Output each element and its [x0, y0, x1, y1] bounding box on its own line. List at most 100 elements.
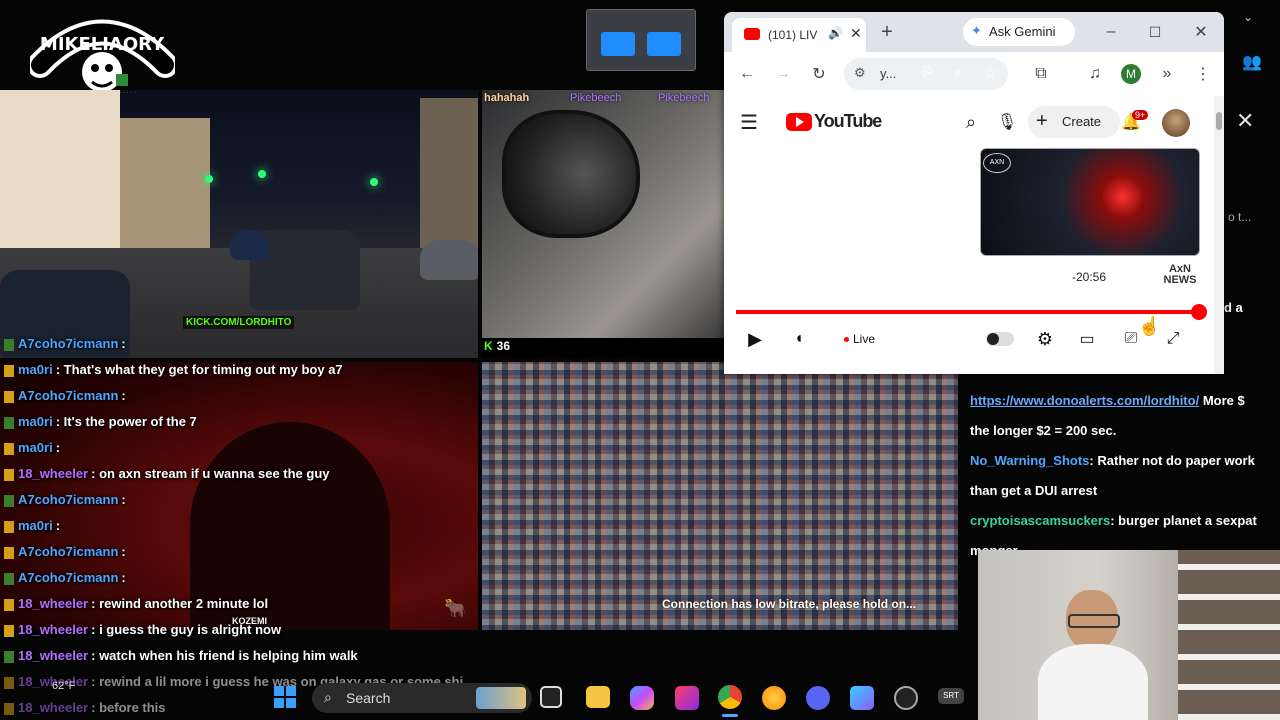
webcam-feed [978, 550, 1280, 720]
site-settings-icon[interactable]: ⚙ [854, 65, 866, 81]
chat-line: 18_wheeler: i guess the guy is alright n… [4, 622, 281, 637]
youtube-logo-icon[interactable] [786, 113, 812, 131]
user-tag-1: Pikebeech [570, 92, 622, 104]
minimize-icon[interactable]: – [1100, 21, 1122, 43]
chat-badge-icon [4, 390, 14, 403]
live-indicator[interactable]: Live [844, 332, 875, 346]
user-avatar[interactable] [1162, 109, 1190, 137]
autoplay-toggle[interactable] [986, 332, 1014, 346]
file-explorer-icon[interactable] [586, 686, 610, 708]
windows-start-icon[interactable] [274, 686, 296, 708]
chat-message: No_Warning_Shots: Rather not do paper wo… [970, 453, 1255, 498]
window-preview[interactable] [586, 9, 696, 71]
chevron-down-icon[interactable]: ⌄ [1243, 10, 1253, 24]
chat-message-text: on axn stream if u wanna see the guy [99, 466, 330, 481]
chat-username[interactable]: A7coho7icmann [18, 544, 118, 559]
chat-line: A7coho7icmann: [4, 544, 126, 559]
install-icon[interactable]: ⎘ [922, 64, 933, 81]
chat-username[interactable]: 18_wheeler [18, 596, 88, 611]
youtube-favicon-icon [744, 28, 760, 40]
chat-badge-icon [4, 598, 14, 611]
reload-icon[interactable]: ↻ [808, 63, 830, 85]
chat-username[interactable]: A7coho7icmann [18, 492, 118, 507]
copilot-icon[interactable] [630, 686, 654, 710]
chat-message-text: rewind another 2 minute lol [99, 596, 269, 611]
profile-avatar[interactable]: M [1121, 64, 1141, 84]
active-app-indicator [722, 714, 738, 717]
more-chevrons-icon[interactable]: » [1156, 63, 1178, 85]
chat-line: ma0ri: [4, 518, 60, 533]
low-bitrate-status: Connection has low bitrate, please hold … [662, 597, 917, 611]
progress-track[interactable] [736, 304, 1208, 320]
address-bar[interactable]: ⚙ y... ⎘ ⌕ ☆ [844, 58, 1008, 90]
search-icon[interactable]: ⌕ [960, 111, 982, 133]
chat-message-text: watch when his friend is helping him wal… [99, 648, 358, 663]
menu-dots-icon[interactable]: ⋮ [1192, 63, 1214, 85]
chat-line: A7coho7icmann: [4, 336, 126, 351]
chat-username[interactable]: A7coho7icmann [18, 570, 118, 585]
chat-username[interactable]: 18_wheeler [18, 622, 88, 637]
volume-icon[interactable]: ◖ [788, 328, 810, 350]
donate-link[interactable]: https://www.donoalerts.com/lordhito/ [970, 393, 1199, 408]
video-player[interactable]: AXN -20:56 AxN NEWS ☝ ▶ ◖ Live ⚙ ▭ ⎚ ⤢ [724, 148, 1214, 374]
create-button[interactable]: + Create [1028, 106, 1120, 138]
play-icon[interactable]: ▶ [744, 328, 766, 350]
app-p-icon[interactable] [675, 686, 699, 710]
settings-gear-icon[interactable]: ⚙ [1034, 328, 1056, 350]
chat-username[interactable]: ma0ri [18, 440, 53, 455]
chat-badge-icon [4, 624, 14, 637]
chat-username[interactable]: A7coho7icmann [18, 336, 118, 351]
maximize-icon[interactable]: ☐ [1144, 21, 1166, 43]
close-icon[interactable]: ✕ [1236, 108, 1254, 134]
news-logo: AxN NEWS [1163, 263, 1197, 286]
overlay-text: hahahah [484, 92, 530, 104]
video-tile-street: · · · · · · · · · · · · · · · · · · · · … [0, 90, 478, 358]
users-icon[interactable]: 👥 [1242, 52, 1262, 72]
chat-username[interactable]: 18_wheeler [18, 700, 88, 715]
microphone-icon[interactable]: 🎙 [996, 111, 1018, 133]
chat-username[interactable]: 18_wheeler [18, 466, 88, 481]
new-tab-icon[interactable]: + [876, 21, 898, 43]
chat-username[interactable]: 18_wheeler [18, 648, 88, 663]
app-diamond-icon[interactable] [850, 686, 874, 710]
task-view-icon[interactable] [540, 686, 562, 708]
chat-line: 18_wheeler: watch when his friend is hel… [4, 648, 358, 663]
srt-icon[interactable]: SRT [938, 688, 964, 704]
scrollbar[interactable] [1214, 96, 1224, 374]
obs-icon[interactable] [894, 686, 918, 710]
sun-app-icon[interactable] [762, 686, 786, 710]
progress-scrubber[interactable] [1191, 304, 1208, 320]
discord-icon[interactable] [806, 686, 830, 710]
viewer-count: K 36 [484, 339, 511, 353]
tab-youtube-live[interactable]: (101) LIV 🔊 ✕ [732, 18, 866, 52]
bookmark-star-icon[interactable]: ☆ [984, 64, 997, 82]
taskbar-search[interactable]: ⌕ Search [312, 683, 532, 713]
ask-gemini-button[interactable]: ✦ Ask Gemini [963, 18, 1075, 46]
cast-icon[interactable]: ⎚ [1120, 328, 1142, 350]
hamburger-menu-icon[interactable]: ☰ [738, 111, 760, 134]
extensions-icon[interactable]: ⧉ [1030, 63, 1052, 85]
speaker-icon[interactable]: 🔊 [828, 26, 843, 40]
close-tab-icon[interactable]: ✕ [850, 25, 862, 42]
miniplayer-icon[interactable]: ▭ [1076, 328, 1098, 350]
chat-username[interactable]: A7coho7icmann [18, 388, 118, 403]
fullscreen-icon[interactable]: ⤢ [1162, 328, 1184, 350]
chat-username[interactable]: ma0ri [18, 518, 53, 533]
gemini-icon: ✦ [971, 23, 982, 38]
youtube-logo-text: YouTube [814, 111, 882, 131]
chat-line: 18_wheeler: on axn stream if u wanna see… [4, 466, 330, 481]
browser-toolbar: ← → ↻ ⚙ y... ⎘ ⌕ ☆ ⧉ ♫ M » ⋮ [724, 52, 1224, 97]
chat-line: A7coho7icmann: [4, 388, 126, 403]
close-window-icon[interactable]: ✕ [1190, 21, 1212, 43]
chrome-icon[interactable] [718, 685, 742, 709]
zoom-icon[interactable]: ⌕ [954, 64, 962, 81]
media-control-icon[interactable]: ♫ [1084, 63, 1106, 85]
chat-badge-icon [4, 520, 14, 533]
chat-line: A7coho7icmann: [4, 492, 126, 507]
chat-username[interactable]: ma0ri [18, 414, 53, 429]
chat-message-text: That's what they get for timing out my b… [63, 362, 343, 377]
weather-temp[interactable]: 62°F [52, 680, 75, 692]
forward-icon[interactable]: → [772, 63, 794, 85]
back-icon[interactable]: ← [736, 63, 758, 85]
chat-username[interactable]: ma0ri [18, 362, 53, 377]
